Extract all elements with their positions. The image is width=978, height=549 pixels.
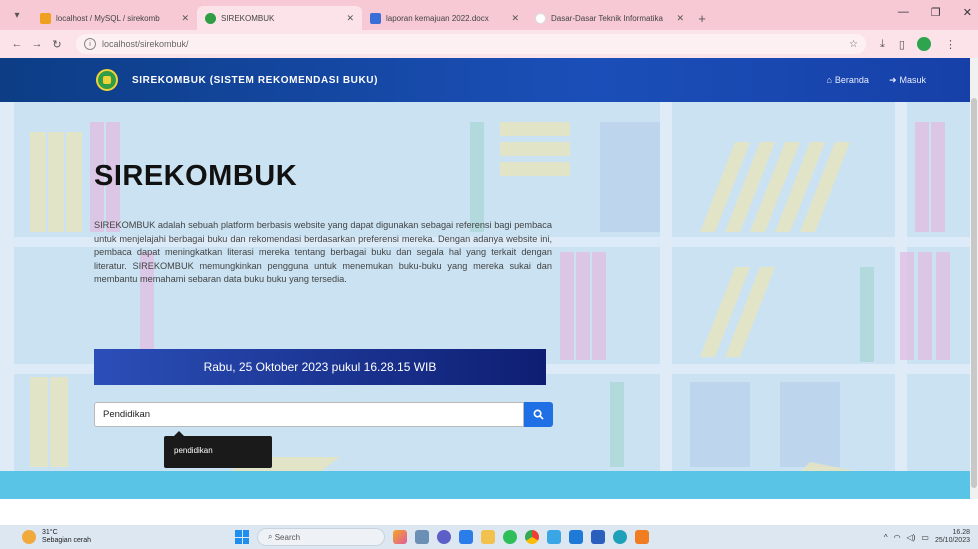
phpmyadmin-favicon-icon [40, 12, 51, 24]
tab-title: laporan kemajuan 2022.docx [386, 13, 489, 23]
search-bar [94, 402, 553, 427]
mysql-icon[interactable] [635, 530, 649, 544]
volume-icon[interactable]: ◁) [907, 533, 916, 542]
photos-icon[interactable] [547, 530, 561, 544]
windows-taskbar: 31°C Sebagian cerah ⌕ Search ^ ◠ ◁) ▭ 16… [0, 525, 978, 549]
sidepanel-icon[interactable]: ▯ [899, 38, 905, 51]
site-brand[interactable]: SIREKOMBUK (SISTEM REKOMENDASI BUKU) [132, 75, 378, 86]
tab-phpmyadmin[interactable]: localhost / MySQL / sirekomb ✕ [32, 6, 197, 30]
taskbar-search-label: Search [274, 532, 301, 542]
clock-date: 25/10/2023 [934, 537, 970, 544]
window-controls: — ❐ ✕ [898, 6, 972, 19]
taskbar-apps: ⌕ Search [235, 528, 649, 546]
battery-icon[interactable]: ▭ [921, 533, 929, 542]
weather-widget[interactable]: 31°C Sebagian cerah [22, 529, 91, 545]
file-explorer-icon[interactable] [415, 530, 429, 544]
google-favicon-icon [535, 12, 546, 24]
tab-sirekombuk[interactable]: SIREKOMBUK ✕ [197, 6, 362, 30]
search-input[interactable] [94, 402, 524, 427]
hero-section: SIREKOMBUK SIREKOMBUK adalah sebuah plat… [0, 102, 970, 499]
close-tab-icon[interactable]: ✕ [346, 13, 354, 24]
sirekombuk-favicon-icon [205, 12, 216, 24]
docs-favicon-icon [370, 12, 381, 24]
tab-title: SIREKOMBUK [221, 13, 275, 23]
word-icon[interactable] [591, 530, 605, 544]
folder-icon[interactable] [481, 530, 495, 544]
profile-avatar[interactable] [916, 37, 931, 51]
weather-temp: 31°C [42, 529, 58, 536]
download-icon[interactable]: ⤓ [880, 38, 885, 51]
nav-beranda-label: Beranda [834, 74, 869, 85]
page-scrollbar[interactable] [970, 58, 978, 499]
browser-tab-bar: ▾ localhost / MySQL / sirekomb ✕ SIREKOM… [0, 0, 978, 30]
hero-description: SIREKOMBUK adalah sebuah platform berbas… [94, 220, 552, 284]
clock[interactable]: 16.28 25/10/2023 [935, 529, 970, 545]
tab-dasar-teknik[interactable]: Dasar-Dasar Teknik Informatika ✕ [527, 6, 692, 30]
hero-title: SIREKOMBUK [94, 160, 298, 192]
footer-strip [0, 471, 970, 499]
back-arrow-icon[interactable]: ← [8, 38, 26, 50]
site-info-icon[interactable]: i [84, 38, 96, 50]
search-icon [533, 409, 544, 420]
login-icon: ➜ [888, 74, 897, 85]
school-logo-icon [96, 69, 118, 91]
taskbar-search[interactable]: ⌕ Search [257, 528, 385, 546]
copilot-icon[interactable] [393, 530, 407, 544]
minimize-icon[interactable]: — [898, 6, 909, 19]
weather-sun-icon [22, 530, 36, 544]
nav-beranda[interactable]: ⌂ Beranda [826, 75, 868, 86]
search-button[interactable] [524, 402, 553, 427]
tab-search-icon[interactable]: ▾ [6, 4, 28, 26]
scrollbar-thumb[interactable] [971, 98, 977, 488]
vscode-icon[interactable] [569, 530, 583, 544]
nav-masuk-label: Masuk [899, 74, 926, 85]
home-icon: ⌂ [826, 74, 832, 85]
maximize-icon[interactable]: ❐ [931, 6, 941, 19]
wifi-icon[interactable]: ◠ [894, 533, 901, 542]
more-menu-icon[interactable]: ⋮ [945, 38, 956, 51]
chat-icon[interactable] [437, 530, 451, 544]
forward-arrow-icon[interactable]: → [28, 38, 46, 50]
edge-icon[interactable] [613, 530, 627, 544]
address-bar: ← → ↻ i localhost/sirekombuk/ ☆ ⤓ ▯ ⋮ [0, 30, 978, 58]
tab-laporan[interactable]: laporan kemajuan 2022.docx ✕ [362, 6, 527, 30]
reload-icon[interactable]: ↻ [48, 38, 66, 51]
windows-start-icon[interactable] [235, 530, 249, 544]
nav-masuk[interactable]: ➜ Masuk [889, 75, 926, 86]
store-icon[interactable] [459, 530, 473, 544]
nav-links: ⌂ Beranda ➜ Masuk [826, 75, 926, 86]
close-window-icon[interactable]: ✕ [963, 6, 972, 19]
chrome-icon[interactable] [525, 530, 539, 544]
weather-desc: Sebagian cerah [42, 537, 92, 544]
new-tab-icon[interactable]: + [692, 6, 712, 30]
autocomplete-suggestion[interactable]: pendidikan [164, 431, 272, 468]
datetime-text: Rabu, 25 Oktober 2023 pukul 16.28.15 WIB [203, 360, 437, 374]
clock-time: 16.28 [952, 529, 970, 536]
close-tab-icon[interactable]: ✕ [181, 13, 189, 24]
system-tray: ^ ◠ ◁) ▭ 16.28 25/10/2023 [884, 529, 970, 545]
tray-chevron-icon[interactable]: ^ [884, 533, 888, 542]
close-tab-icon[interactable]: ✕ [676, 13, 684, 24]
site-navbar: SIREKOMBUK (SISTEM REKOMENDASI BUKU) ⌂ Be… [0, 58, 978, 102]
url-text: localhost/sirekombuk/ [102, 39, 189, 49]
tab-title: Dasar-Dasar Teknik Informatika [551, 13, 663, 23]
bookmark-star-icon[interactable]: ☆ [849, 39, 858, 50]
datetime-banner: Rabu, 25 Oktober 2023 pukul 16.28.15 WIB [94, 349, 546, 385]
close-tab-icon[interactable]: ✕ [511, 13, 519, 24]
url-field[interactable]: i localhost/sirekombuk/ ☆ [76, 34, 866, 54]
whatsapp-icon[interactable] [503, 530, 517, 544]
tab-title: localhost / MySQL / sirekomb [56, 13, 160, 23]
suggestion-text: pendidikan [174, 446, 213, 455]
